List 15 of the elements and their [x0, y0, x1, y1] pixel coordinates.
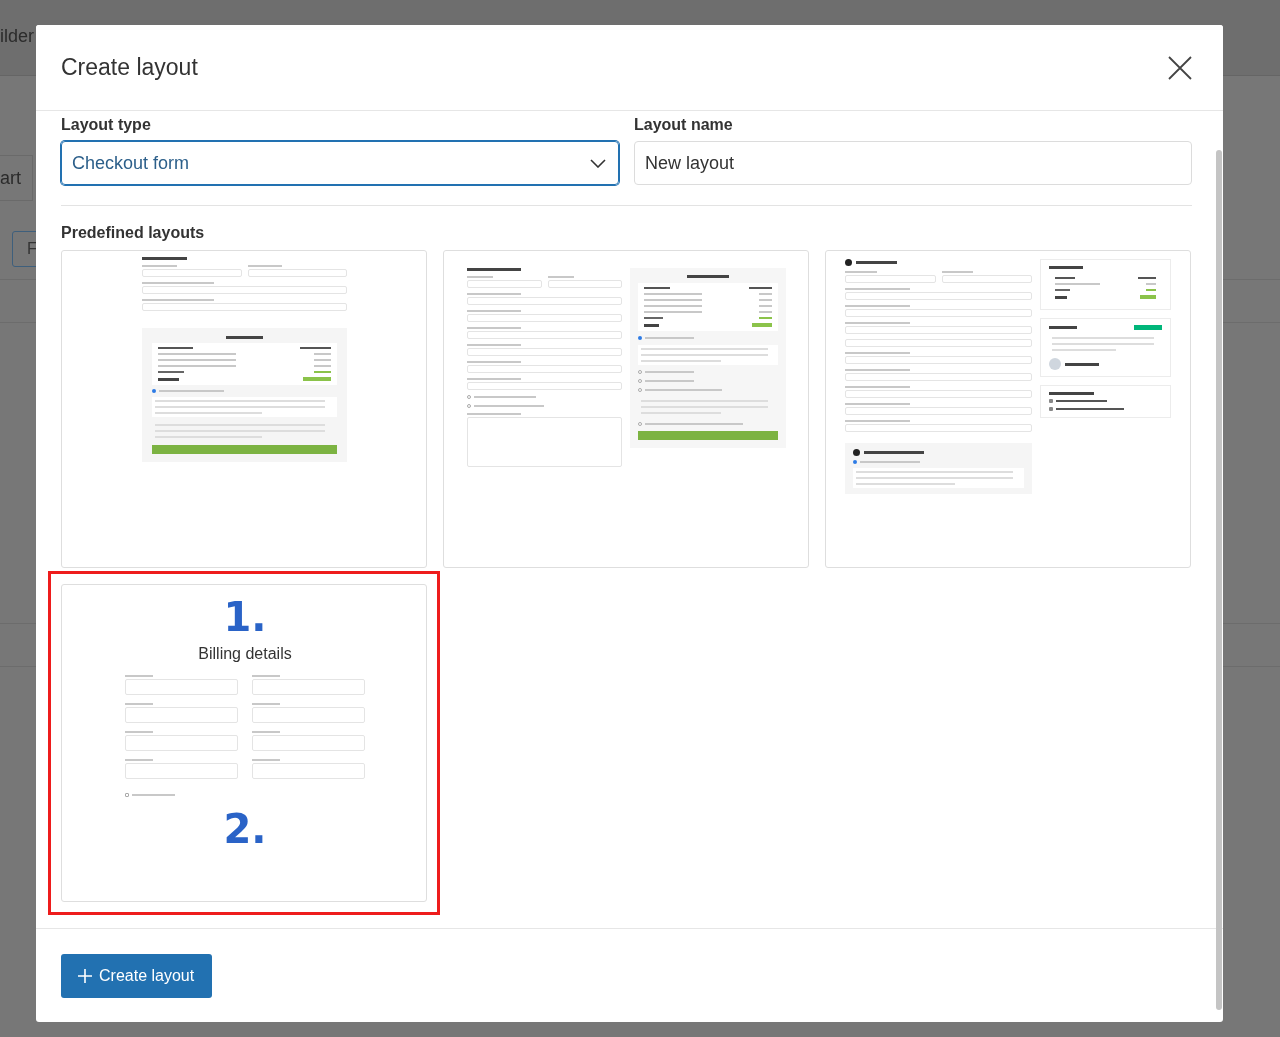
layout-option[interactable]: 1. Billing details 2.: [48, 571, 440, 915]
layout-type-select[interactable]: Checkout form: [61, 141, 619, 185]
dialog-title: Create layout: [61, 54, 198, 81]
form-title: Billing details: [197, 645, 293, 663]
close-button[interactable]: [1167, 54, 1193, 81]
layout-name-field[interactable]: New layout: [634, 141, 1192, 185]
section-title: Predefined layouts: [61, 224, 206, 242]
step-number: 2.: [222, 809, 268, 849]
field-label: Layout name: [634, 115, 734, 135]
step-number: 1.: [222, 597, 268, 637]
create-layout-button[interactable]: Create layout: [61, 954, 213, 998]
page-heading: ilder: [0, 26, 34, 46]
field-label: Layout type: [61, 115, 152, 135]
chevron-icon: [590, 158, 606, 168]
plus-icon: [78, 969, 92, 983]
